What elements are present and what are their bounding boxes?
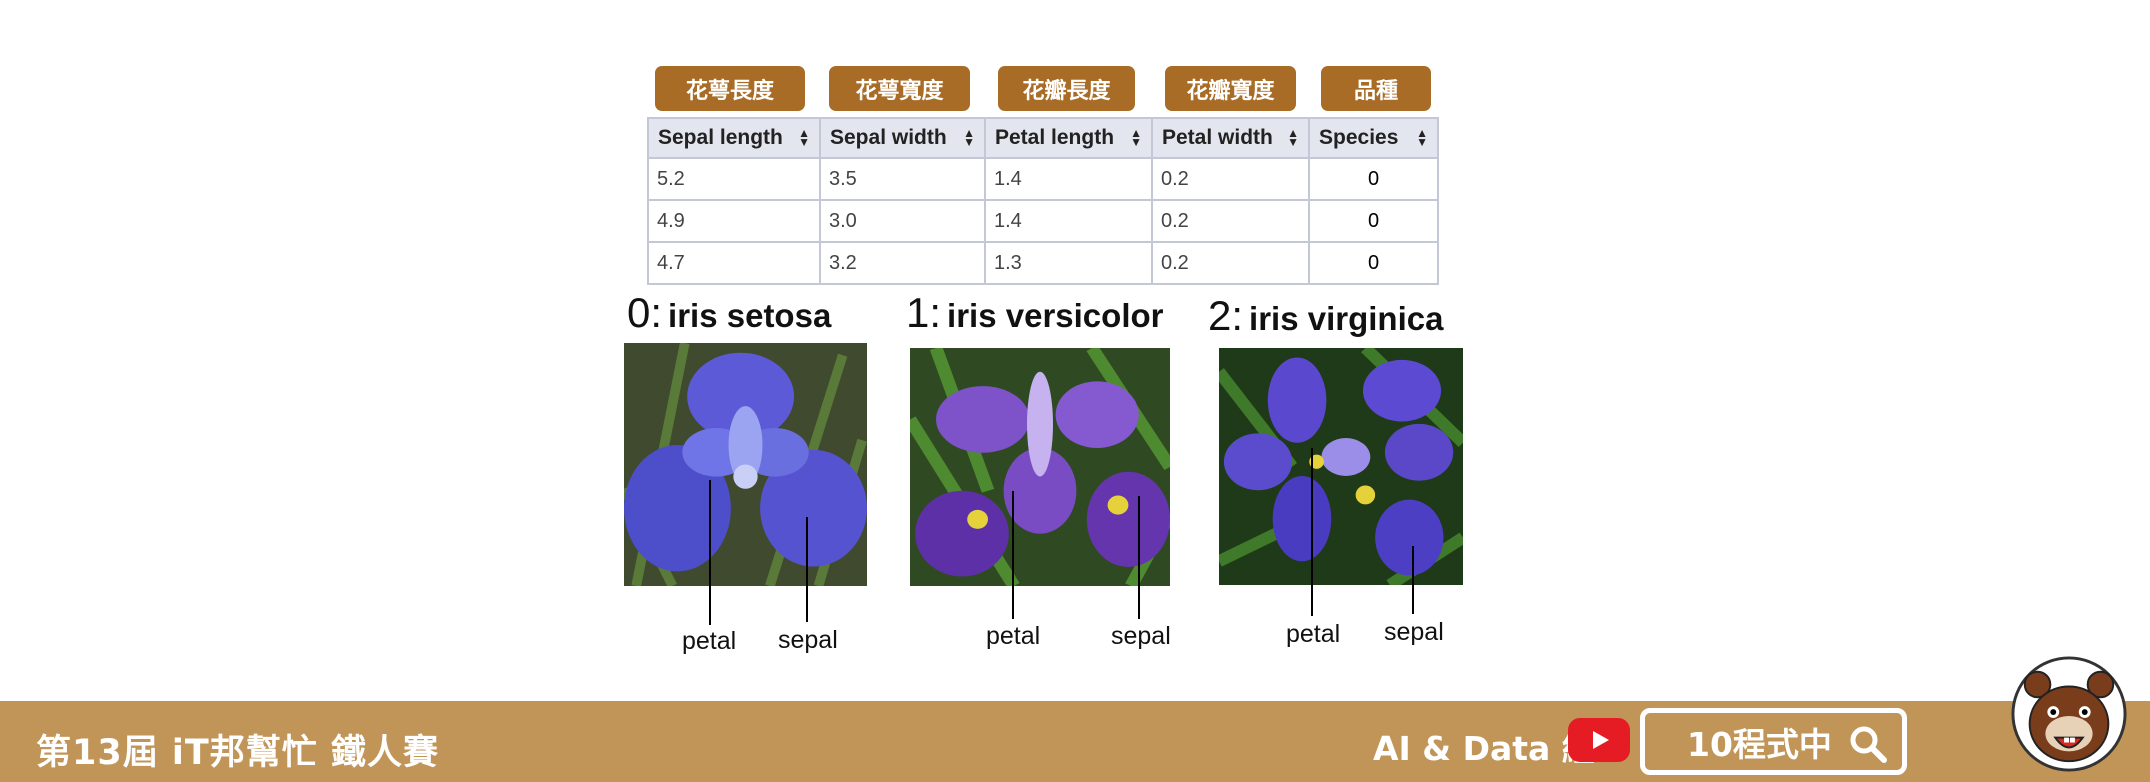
column-header-label: Sepal width [830, 126, 947, 149]
table-cell: 5.2 [647, 157, 821, 201]
column-header-label: Species [1319, 126, 1399, 149]
petal-leader-line [1012, 491, 1014, 619]
sepal-label: sepal [1384, 618, 1444, 646]
table-cell: 1.3 [984, 241, 1153, 285]
table-row: 4.7 3.2 1.3 0.2 0 [647, 241, 1439, 285]
petal-label: petal [986, 622, 1041, 650]
sepal-leader-line [806, 517, 808, 622]
table-cell: 0.2 [1151, 241, 1310, 285]
species-number: 2: [1208, 292, 1244, 339]
table-cell: 3.0 [819, 199, 986, 243]
petal-leader-line [709, 480, 711, 625]
search-icon[interactable] [1848, 724, 1888, 764]
sort-icon[interactable]: ▲ ▼ [1287, 127, 1299, 148]
iris-data-table: Sepal length ▲ ▼ Sepal width ▲ ▼ Petal lengt… [647, 117, 1439, 285]
youtube-play-icon[interactable] [1568, 718, 1630, 762]
species-name: iris virginica [1249, 300, 1444, 337]
search-text: 10程式中 [1687, 724, 1832, 764]
sort-icon[interactable]: ▲ ▼ [1416, 127, 1428, 148]
table-cell: 1.4 [984, 157, 1153, 201]
table-row: 5.2 3.5 1.4 0.2 0 [647, 157, 1439, 201]
group-label: AI & Data 組 [1373, 729, 1595, 768]
petal-label: petal [682, 627, 737, 655]
table-cell: 0 [1308, 157, 1439, 201]
contest-title: 第13屆 iT邦幫忙 鐵人賽 [36, 733, 439, 773]
sort-icon[interactable]: ▲ ▼ [963, 127, 975, 148]
species-number: 1: [906, 289, 942, 336]
table-cell: 3.2 [819, 241, 986, 285]
column-header-species[interactable]: Species ▲ ▼ [1308, 117, 1439, 159]
column-header-sepal-width[interactable]: Sepal width ▲ ▼ [819, 117, 986, 159]
species-caption-versicolor: 1: iris versicolor [906, 289, 1163, 337]
column-header-label: Petal width [1162, 126, 1273, 149]
zh-tag-sepal-length: 花萼長度 [655, 66, 805, 111]
species-caption-setosa: 0: iris setosa [627, 289, 831, 337]
sepal-leader-line [1138, 496, 1140, 619]
table-cell: 0 [1308, 241, 1439, 285]
bear-mascot-icon [2011, 656, 2127, 772]
zh-tag-species: 品種 [1321, 66, 1431, 111]
zh-tag-petal-length: 花瓣長度 [998, 66, 1135, 111]
table-cell: 0 [1308, 199, 1439, 243]
iris-setosa-photo [624, 343, 867, 586]
species-name: iris setosa [668, 297, 832, 334]
column-header-petal-length[interactable]: Petal length ▲ ▼ [984, 117, 1153, 159]
iris-versicolor-photo [910, 348, 1170, 586]
zh-tag-sepal-width: 花萼寬度 [829, 66, 970, 111]
sort-icon[interactable]: ▲ ▼ [1130, 127, 1142, 148]
table-cell: 0.2 [1151, 199, 1310, 243]
table-cell: 4.9 [647, 199, 821, 243]
table-cell: 3.5 [819, 157, 986, 201]
column-header-label: Sepal length [658, 126, 783, 149]
sepal-label: sepal [778, 626, 838, 654]
table-cell: 4.7 [647, 241, 821, 285]
sepal-label: sepal [1111, 622, 1171, 650]
table-header-row: Sepal length ▲ ▼ Sepal width ▲ ▼ Petal lengt… [647, 117, 1439, 159]
petal-label: petal [1286, 620, 1341, 648]
table-cell: 0.2 [1151, 157, 1310, 201]
search-box[interactable]: 10程式中 [1640, 708, 1907, 775]
table-cell: 1.4 [984, 199, 1153, 243]
zh-tag-petal-width: 花瓣寬度 [1165, 66, 1296, 111]
species-number: 0: [627, 289, 663, 336]
sort-icon[interactable]: ▲ ▼ [798, 127, 810, 148]
petal-leader-line [1311, 448, 1313, 616]
sepal-leader-line [1412, 546, 1414, 614]
column-header-petal-width[interactable]: Petal width ▲ ▼ [1151, 117, 1310, 159]
table-row: 4.9 3.0 1.4 0.2 0 [647, 199, 1439, 243]
slide: 花萼長度 花萼寬度 花瓣長度 花瓣寬度 品種 Sepal length ▲ ▼ Se… [0, 0, 2150, 782]
iris-virginica-photo [1219, 348, 1463, 585]
species-name: iris versicolor [947, 297, 1164, 334]
column-header-sepal-length[interactable]: Sepal length ▲ ▼ [647, 117, 821, 159]
species-caption-virginica: 2: iris virginica [1208, 292, 1443, 340]
column-header-label: Petal length [995, 126, 1115, 149]
